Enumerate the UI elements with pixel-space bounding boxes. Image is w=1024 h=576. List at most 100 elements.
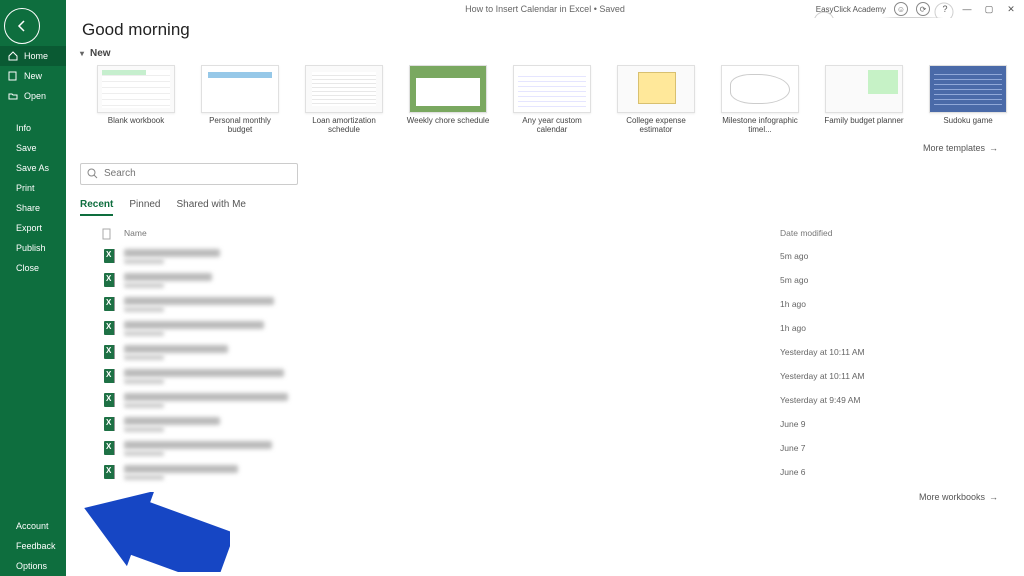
template-thumb: [513, 65, 591, 113]
nav-label: Save: [16, 143, 37, 153]
nav-feedback[interactable]: Feedback: [0, 536, 66, 556]
file-row[interactable]: Yesterday at 10:11 AM: [80, 364, 1010, 388]
minimize-button[interactable]: —: [960, 4, 974, 14]
file-date: Yesterday at 10:11 AM: [780, 347, 1010, 357]
nav-export[interactable]: Export: [0, 218, 66, 238]
file-row[interactable]: 5m ago: [80, 244, 1010, 268]
template-label: College expense estimator: [614, 117, 698, 135]
template-thumb: [929, 65, 1007, 113]
file-row[interactable]: June 9: [80, 412, 1010, 436]
home-icon: [8, 51, 18, 61]
file-date: Yesterday at 9:49 AM: [780, 395, 1010, 405]
file-row[interactable]: 1h ago: [80, 292, 1010, 316]
template-blank-workbook[interactable]: Blank workbook: [94, 65, 178, 135]
search-box[interactable]: [80, 163, 298, 185]
file-row[interactable]: Yesterday at 9:49 AM: [80, 388, 1010, 412]
maximize-button[interactable]: ▢: [982, 4, 996, 15]
template-any-year-custom-calendar[interactable]: Any year custom calendar: [510, 65, 594, 135]
file-name-redacted: [124, 297, 780, 312]
back-button[interactable]: [4, 8, 40, 44]
nav-label: Publish: [16, 243, 46, 253]
template-family-budget-planner[interactable]: Family budget planner: [822, 65, 906, 135]
template-thumb: [97, 65, 175, 113]
nav-publish[interactable]: Publish: [0, 238, 66, 258]
nav-label: Share: [16, 203, 40, 213]
new-icon: [8, 71, 18, 81]
nav-label: Open: [24, 91, 46, 101]
open-icon: [8, 91, 18, 101]
nav-print[interactable]: Print: [0, 178, 66, 198]
nav-info[interactable]: Info: [0, 118, 66, 138]
file-date: June 6: [780, 467, 1010, 477]
nav-home[interactable]: Home: [0, 46, 66, 66]
nav-label: Close: [16, 263, 39, 273]
new-section-label: New: [90, 48, 111, 59]
excel-file-icon: [104, 393, 118, 407]
back-arrow-icon: [15, 19, 29, 33]
nav-label: Account: [16, 521, 49, 531]
template-loan-amortization-schedule[interactable]: Loan amortization schedule: [302, 65, 386, 135]
titlebar: How to Insert Calendar in Excel • Saved …: [66, 0, 1024, 18]
nav-label: Options: [16, 561, 47, 571]
search-input[interactable]: [104, 168, 291, 179]
tab-pinned[interactable]: Pinned: [129, 199, 160, 216]
tab-shared-with-me[interactable]: Shared with Me: [177, 199, 246, 216]
document-title: How to Insert Calendar in Excel • Saved: [465, 4, 625, 14]
file-name-redacted: [124, 345, 780, 360]
template-milestone-infographic-timel-[interactable]: Milestone infographic timel...: [718, 65, 802, 135]
template-sudoku-game[interactable]: Sudoku game: [926, 65, 1010, 135]
nav-save[interactable]: Save: [0, 138, 66, 158]
chevron-down-icon: ▾: [80, 49, 84, 58]
file-date: 1h ago: [780, 299, 1010, 309]
template-personal-monthly-budget[interactable]: Personal monthly budget: [198, 65, 282, 135]
account-name[interactable]: EasyClick Academy: [816, 5, 886, 14]
close-button[interactable]: ✕: [1004, 4, 1018, 15]
nav-options[interactable]: Options: [0, 556, 66, 576]
help-icon[interactable]: ?: [938, 4, 952, 14]
new-section-header[interactable]: ▾ New: [80, 48, 1010, 59]
nav-label: Home: [24, 51, 48, 61]
arrow-right-icon: →: [989, 492, 998, 502]
more-workbooks-link[interactable]: More workbooks →: [80, 492, 998, 502]
nav-new[interactable]: New: [0, 66, 66, 86]
nav-close[interactable]: Close: [0, 258, 66, 278]
file-date: 5m ago: [780, 251, 1010, 261]
account-avatar-icon[interactable]: ☺: [894, 2, 908, 16]
sync-icon[interactable]: ⟳: [916, 2, 930, 16]
excel-file-icon: [104, 465, 118, 479]
column-name[interactable]: Name: [124, 228, 780, 242]
tab-recent[interactable]: Recent: [80, 199, 113, 216]
arrow-right-icon: →: [989, 143, 998, 153]
template-label: Any year custom calendar: [510, 117, 594, 135]
main-content: Good morning ▾ New Blank workbookPersona…: [66, 18, 1024, 576]
nav-share[interactable]: Share: [0, 198, 66, 218]
file-row[interactable]: 1h ago: [80, 316, 1010, 340]
file-name-redacted: [124, 465, 780, 480]
nav-account[interactable]: Account: [0, 516, 66, 536]
file-row[interactable]: June 6: [80, 460, 1010, 484]
file-row[interactable]: 5m ago: [80, 268, 1010, 292]
template-label: Loan amortization schedule: [302, 117, 386, 135]
file-row[interactable]: June 7: [80, 436, 1010, 460]
file-name-redacted: [124, 369, 780, 384]
template-thumb: [305, 65, 383, 113]
nav-label: Feedback: [16, 541, 56, 551]
nav-save-as[interactable]: Save As: [0, 158, 66, 178]
file-name-redacted: [124, 249, 780, 264]
excel-file-icon: [104, 417, 118, 431]
column-date[interactable]: Date modified: [780, 228, 1010, 242]
nav-label: Save As: [16, 163, 49, 173]
file-date: 5m ago: [780, 275, 1010, 285]
template-weekly-chore-schedule[interactable]: Weekly chore schedule: [406, 65, 490, 135]
more-templates-link[interactable]: More templates →: [80, 143, 998, 153]
template-thumb: [201, 65, 279, 113]
template-college-expense-estimator[interactable]: College expense estimator: [614, 65, 698, 135]
search-icon: [87, 168, 98, 179]
file-row[interactable]: Yesterday at 10:11 AM: [80, 340, 1010, 364]
file-date: June 9: [780, 419, 1010, 429]
nav-open[interactable]: Open: [0, 86, 66, 106]
template-label: Milestone infographic timel...: [718, 117, 802, 135]
nav-label: Print: [16, 183, 35, 193]
file-date: June 7: [780, 443, 1010, 453]
template-thumb: [721, 65, 799, 113]
